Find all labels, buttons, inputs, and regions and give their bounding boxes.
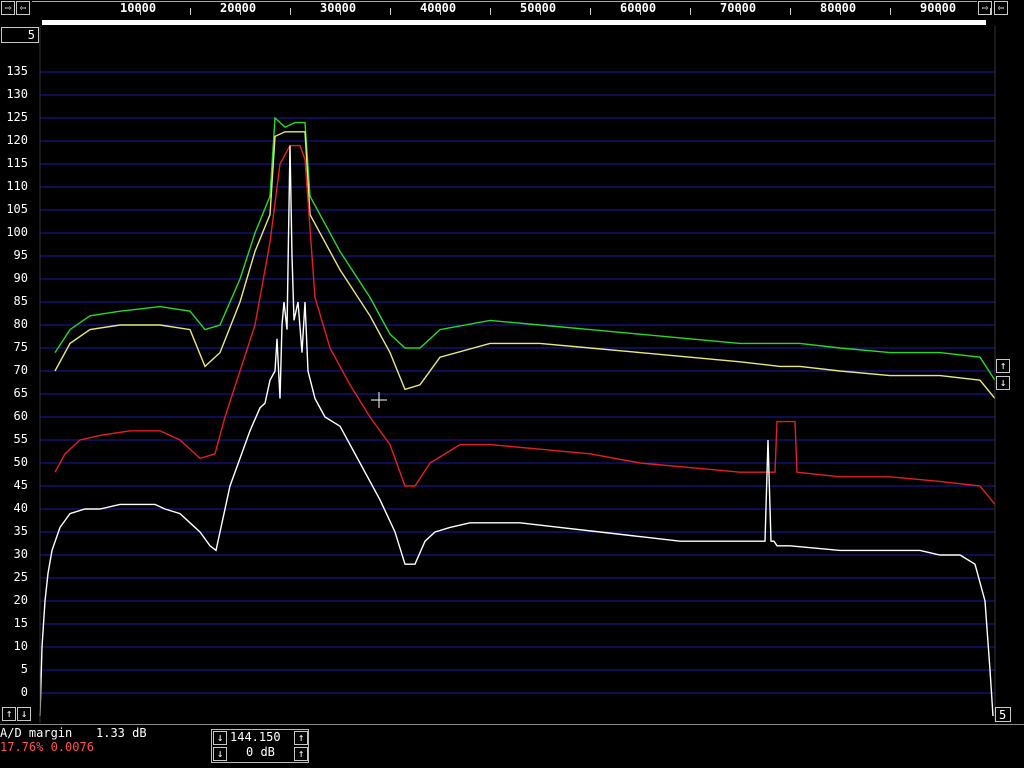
y-tick-label: 70	[13, 363, 28, 377]
series-line-white	[39, 145, 994, 717]
y-tick-label: 45	[13, 478, 28, 492]
scroll-up-arrow-right[interactable]: ↑	[996, 359, 1010, 373]
series-line-green	[54, 116, 996, 381]
bottom-right-corner-box[interactable]: 5	[995, 707, 1011, 722]
ad-margin-label: A/D margin	[0, 726, 73, 740]
y-tick-label: 135	[6, 64, 28, 78]
scroll-down-arrow-right[interactable]: ↓	[996, 376, 1010, 390]
y-tick-label: 75	[13, 340, 28, 354]
ad-margin-value: 1.33 dB	[96, 726, 147, 740]
gain-down-arrow[interactable]: ↓	[213, 747, 227, 761]
y-tick-label: 55	[13, 432, 28, 446]
y-tick-label: 25	[13, 570, 28, 584]
y-tick-label: 30	[13, 547, 28, 561]
bottom-separator	[0, 724, 1024, 725]
y-tick-label: 90	[13, 271, 28, 285]
frequency-control: ↓ 144.150 ↑ ↓ 0 dB ↑	[211, 729, 309, 763]
frequency-down-arrow[interactable]: ↓	[213, 731, 227, 745]
bottom-right-corner-value: 5	[999, 708, 1007, 722]
y-tick-label: 120	[6, 133, 28, 147]
y-tick-label: 5	[20, 662, 28, 676]
y-tick-label: 125	[6, 110, 28, 124]
frequency-up-arrow[interactable]: ↑	[294, 731, 308, 745]
y-tick-label: 85	[13, 294, 28, 308]
y-tick-label: 110	[6, 179, 28, 193]
y-tick-label: 20	[13, 593, 28, 607]
y-tick-label: 115	[6, 156, 28, 170]
y-tick-label: 10	[13, 639, 28, 653]
y-tick-label: 130	[6, 87, 28, 101]
y-tick-label: 35	[13, 524, 28, 538]
y-tick-label: 80	[13, 317, 28, 331]
y-tick-label: 105	[6, 202, 28, 216]
y-tick-label: 40	[13, 501, 28, 515]
y-tick-label: 15	[13, 616, 28, 630]
frequency-value: 144.150	[230, 730, 281, 744]
gain-up-arrow[interactable]: ↑	[294, 747, 308, 761]
scroll-down-arrow-bottom-left[interactable]: ↓	[17, 707, 31, 721]
series-line-yellow	[54, 131, 996, 400]
gain-value: 0 dB	[246, 745, 275, 759]
spectrum-chart	[39, 26, 996, 723]
percent-readout: 17.76% 0.0076	[0, 740, 94, 754]
y-tick-label: 50	[13, 455, 28, 469]
scroll-up-arrow-bottom-left[interactable]: ↑	[2, 707, 16, 721]
y-tick-label: 65	[13, 386, 28, 400]
y-tick-label: 0	[20, 685, 28, 699]
y-tick-label: 95	[13, 248, 28, 262]
y-tick-label: 100	[6, 225, 28, 239]
y-tick-label: 60	[13, 409, 28, 423]
